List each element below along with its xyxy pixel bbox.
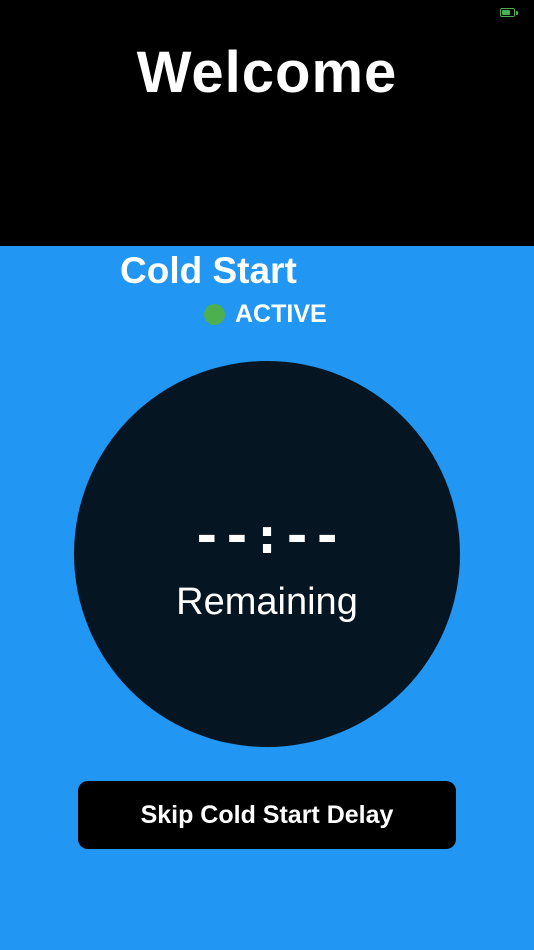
battery-body: [500, 8, 515, 17]
page-title: Welcome: [136, 40, 398, 105]
battery-fill: [502, 10, 510, 15]
battery-tip: [516, 10, 518, 15]
skip-cold-start-button[interactable]: Skip Cold Start Delay: [78, 781, 456, 849]
status-dot-icon: [204, 303, 225, 325]
status-label: ACTIVE: [235, 300, 327, 328]
header-bar: Welcome: [0, 0, 534, 246]
status-indicator: ACTIVE: [204, 300, 327, 328]
timer-value: --:--: [191, 507, 343, 565]
mode-title: Cold Start: [120, 250, 297, 291]
battery-charging-icon: [500, 8, 518, 17]
timer-label: Remaining: [176, 581, 358, 623]
